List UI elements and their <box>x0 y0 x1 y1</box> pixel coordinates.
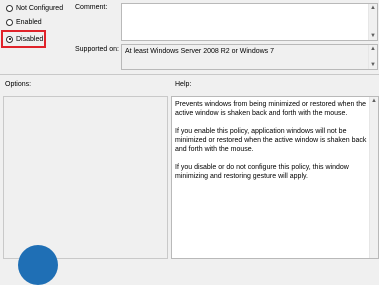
radio-label-not-configured: Not Configured <box>16 4 64 12</box>
supported-on-scrollbar[interactable]: ▲ ▼ <box>368 45 377 69</box>
help-text: Prevents windows from being minimized or… <box>175 100 367 190</box>
scroll-up-icon[interactable]: ▲ <box>370 5 376 11</box>
scroll-up-icon[interactable]: ▲ <box>371 98 377 104</box>
radio-button[interactable] <box>6 18 13 26</box>
options-panel <box>3 96 168 259</box>
scroll-up-icon[interactable]: ▲ <box>370 46 376 52</box>
comment-textarea[interactable]: ▲ ▼ <box>121 3 378 41</box>
help-paragraph-3: If you disable or do not configure this … <box>175 164 349 180</box>
scroll-down-icon[interactable]: ▼ <box>370 62 376 68</box>
radio-not-configured[interactable]: Not Configured <box>6 3 63 13</box>
help-panel: Prevents windows from being minimized or… <box>171 96 379 259</box>
radio-label-enabled: Enabled <box>16 18 42 26</box>
radio-button[interactable] <box>6 4 13 12</box>
supported-on-value: At least Windows Server 2008 R2 or Windo… <box>125 48 275 55</box>
selection-highlight-box <box>1 30 46 48</box>
help-paragraph-2: If you enable this policy, application w… <box>175 128 367 153</box>
section-divider <box>0 74 379 75</box>
help-paragraph-1: Prevents windows from being minimized or… <box>175 101 367 117</box>
help-scrollbar[interactable]: ▲ <box>369 97 378 258</box>
overlay-circle <box>18 245 58 285</box>
comment-label: Comment: <box>75 4 108 11</box>
radio-enabled[interactable]: Enabled <box>6 17 42 27</box>
supported-on-label: Supported on: <box>75 46 119 53</box>
help-label: Help: <box>175 81 192 88</box>
scroll-down-icon[interactable]: ▼ <box>370 33 376 39</box>
comment-scrollbar[interactable]: ▲ ▼ <box>368 4 377 40</box>
options-label: Options: <box>5 81 32 88</box>
supported-on-field: At least Windows Server 2008 R2 or Windo… <box>121 44 378 70</box>
